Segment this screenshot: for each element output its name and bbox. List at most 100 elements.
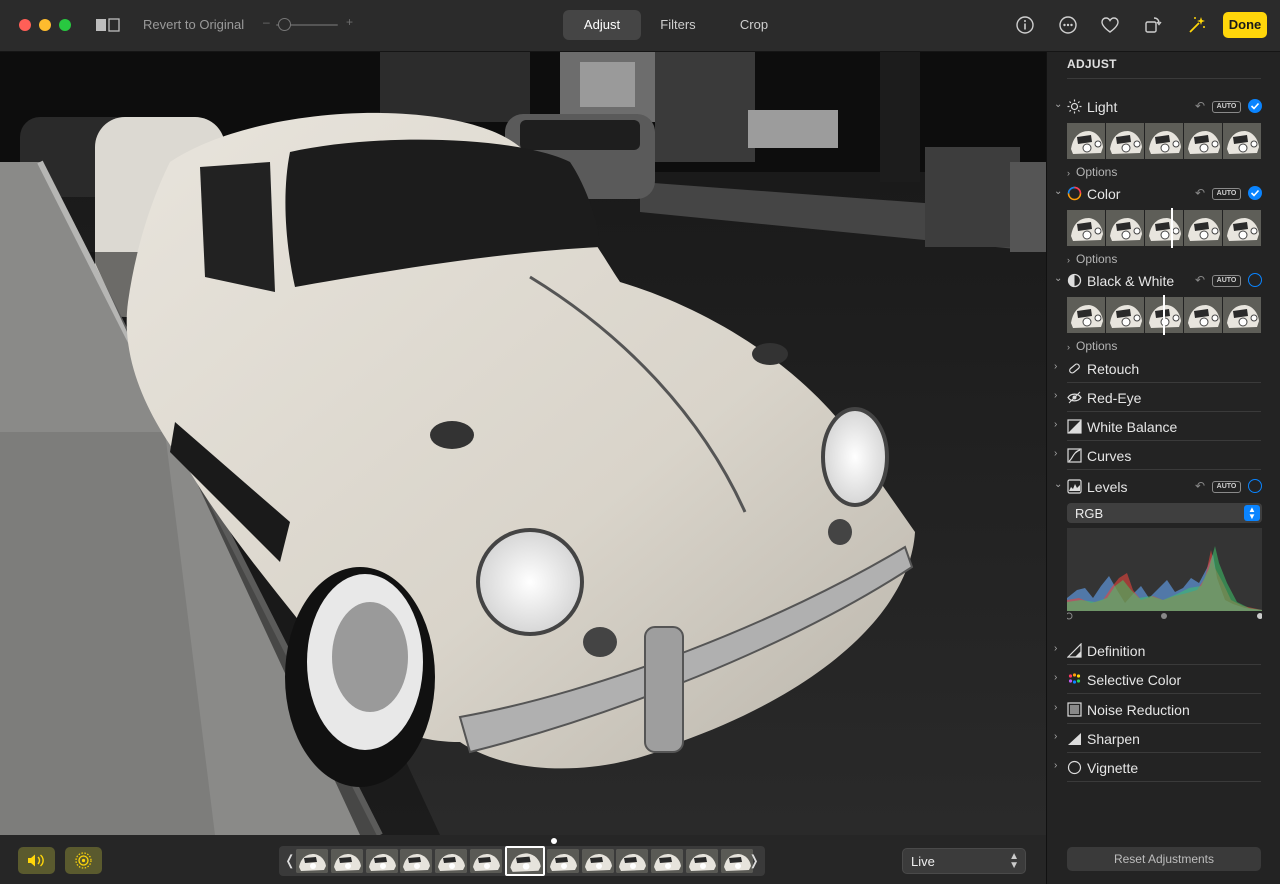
live-effect-select[interactable]: Live ▲ ▼ [902,848,1026,874]
section-color-label: Color [1087,186,1121,202]
tab-crop[interactable]: Crop [721,10,787,40]
preview-thumbnail [1145,123,1183,159]
chevron-right-icon[interactable]: › [1054,760,1057,771]
section-light-label: Light [1087,99,1118,115]
filmstrip-frame[interactable] [365,849,398,873]
section-curves[interactable]: › Curves [1047,445,1280,467]
undo-icon[interactable]: ↶ [1195,479,1205,493]
live-photo-toggle-button[interactable] [65,847,102,874]
light-options-toggle[interactable]: › Options [1067,165,1117,179]
divider [1067,411,1261,412]
section-label: Vignette [1087,760,1139,776]
section-red-eye[interactable]: › Red-Eye [1047,387,1280,409]
live-photo-filmstrip[interactable]: ❬ ❭ [279,846,765,876]
filmstrip-frame[interactable] [581,849,614,873]
rotate-icon[interactable] [1142,14,1164,36]
revert-to-original-button[interactable]: Revert to Original [143,17,244,32]
auto-button-levels[interactable]: AUTO [1212,481,1241,493]
divider [1067,664,1261,665]
chevron-right-icon[interactable]: › [1054,672,1057,683]
section-selective-color[interactable]: › Selective Color [1047,669,1280,691]
undo-icon[interactable]: ↶ [1195,273,1205,287]
black-white-thumbnail-slider[interactable] [1067,295,1261,335]
section-light[interactable]: ⌄ Light ↶ AUTO [1047,96,1280,118]
filmstrip-left-handle[interactable]: ❬ [284,852,296,869]
undo-icon[interactable]: ↶ [1195,186,1205,200]
filmstrip-frame[interactable] [686,849,718,873]
done-button[interactable]: Done [1223,12,1267,38]
thumbnail-slider-handle[interactable] [1171,208,1173,248]
enable-checkbox-light[interactable] [1248,99,1262,113]
chevron-right-icon[interactable]: › [1054,390,1057,401]
divider [1067,781,1261,782]
section-sharpen[interactable]: › Sharpen [1047,728,1280,750]
levels-histogram[interactable] [1067,528,1262,611]
auto-button-light[interactable]: AUTO [1212,101,1241,113]
compare-icon[interactable] [95,18,121,32]
section-vignette[interactable]: › Vignette [1047,757,1280,779]
levels-handles[interactable] [1067,611,1262,621]
enable-checkbox-levels[interactable] [1248,479,1262,493]
chevron-down-icon[interactable]: ⌄ [1054,99,1062,110]
section-levels-label: Levels [1087,479,1128,495]
key-frame-indicator [551,838,557,844]
photo-canvas[interactable] [0,52,1046,835]
preview-thumbnail [1067,210,1105,246]
light-thumbnail-slider[interactable] [1067,123,1261,159]
minimize-window-button[interactable] [39,19,51,31]
enable-checkbox-black-white[interactable] [1248,273,1262,287]
sidebar-title: ADJUST [1067,57,1117,71]
black-white-options-toggle[interactable]: › Options [1067,339,1117,353]
filmstrip-frame[interactable] [470,849,502,873]
auto-button-black-white[interactable]: AUTO [1212,275,1241,287]
filmstrip-key-frame[interactable] [504,846,545,876]
info-icon[interactable] [1014,14,1036,36]
chevron-right-icon[interactable]: › [1054,731,1057,742]
thumbnail-slider-handle[interactable] [1163,295,1165,335]
reset-adjustments-button[interactable]: Reset Adjustments [1067,847,1261,871]
filmstrip-frame[interactable] [400,849,433,873]
preview-thumbnail [1184,297,1222,333]
chevron-right-icon[interactable]: › [1054,419,1057,430]
filmstrip-frame[interactable] [651,849,684,873]
filmstrip-frame[interactable] [546,849,579,873]
color-options-toggle[interactable]: › Options [1067,252,1117,266]
preview-thumbnail [1223,210,1261,246]
auto-enhance-icon[interactable] [1186,14,1208,36]
chevron-right-icon[interactable]: › [1054,643,1057,654]
section-color[interactable]: ⌄ Color ↶ AUTO [1047,183,1280,205]
section-white-balance[interactable]: › White Balance [1047,416,1280,438]
tab-adjust[interactable]: Adjust [563,10,641,40]
section-black-white[interactable]: ⌄ Black & White ↶ AUTO [1047,270,1280,292]
undo-icon[interactable]: ↶ [1195,99,1205,113]
filmstrip-frame[interactable] [616,849,649,873]
levels-channel-select[interactable]: RGB ▲ ▼ [1067,503,1262,523]
section-definition[interactable]: › Definition [1047,640,1280,662]
zoom-window-button[interactable] [59,19,71,31]
zoom-slider-knob[interactable] [278,18,291,31]
more-icon[interactable] [1057,14,1079,36]
preview-thumbnail [1184,123,1222,159]
filmstrip-frame[interactable] [330,849,363,873]
enable-checkbox-color[interactable] [1248,186,1262,200]
section-retouch[interactable]: › Retouch [1047,358,1280,380]
chevron-down-icon[interactable]: ⌄ [1054,186,1062,197]
chevron-down-icon[interactable]: ⌄ [1054,479,1062,490]
sound-toggle-button[interactable] [18,847,55,874]
tab-filters[interactable]: Filters [645,10,711,40]
divider [1067,440,1261,441]
close-window-button[interactable] [19,19,31,31]
favorite-heart-icon[interactable] [1099,14,1121,36]
section-noise-reduction[interactable]: › Noise Reduction [1047,699,1280,721]
filmstrip-frame[interactable] [296,849,328,873]
auto-button-color[interactable]: AUTO [1212,188,1241,200]
chevron-right-icon[interactable]: › [1054,361,1057,372]
chevron-right-icon[interactable]: › [1054,448,1057,459]
filmstrip-right-handle[interactable]: ❭ [748,852,760,869]
color-thumbnail-slider[interactable] [1067,208,1261,248]
chevron-right-icon[interactable]: › [1054,702,1057,713]
chevron-down-icon[interactable]: ⌄ [1054,273,1062,284]
section-label: Red-Eye [1087,390,1142,406]
filmstrip-frame[interactable] [435,849,468,873]
section-levels[interactable]: ⌄ Levels ↶ AUTO [1047,476,1280,498]
